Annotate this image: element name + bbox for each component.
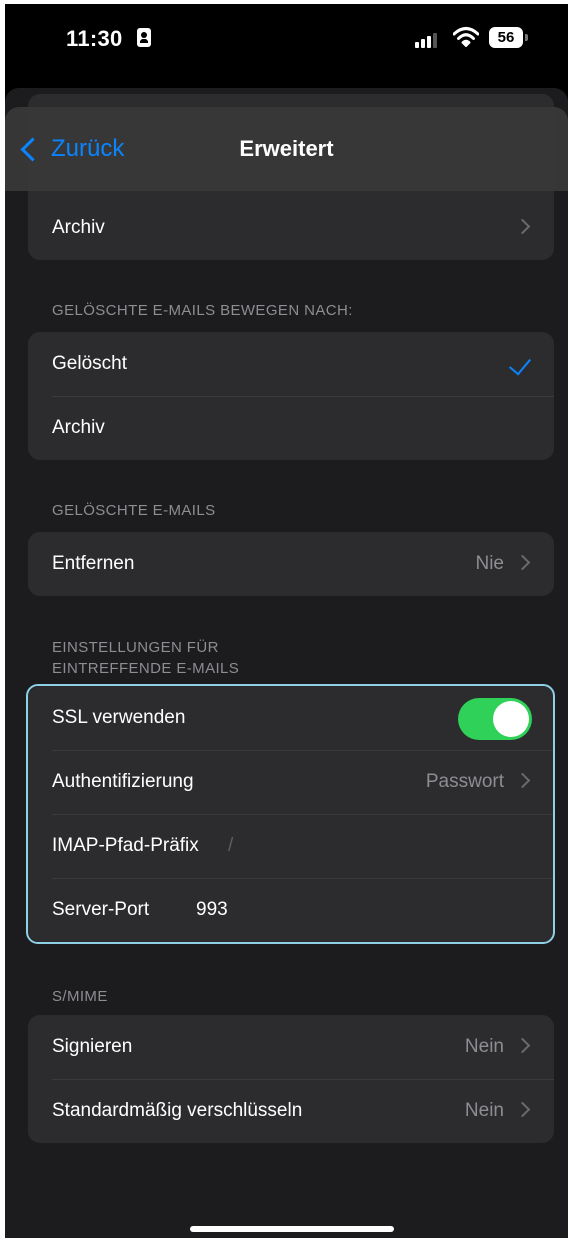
wifi-icon (453, 27, 479, 47)
battery-icon: 56 (489, 27, 523, 48)
option-geloescht[interactable]: Gelöscht (28, 332, 554, 396)
remove-value: Nie (475, 553, 504, 574)
imap-prefix-row: IMAP-Pfad-Präfix / (28, 814, 554, 878)
authentication-label: Authentifizierung (52, 771, 194, 792)
encrypt-row[interactable]: Standardmäßig verschlüsseln Nein (28, 1079, 554, 1143)
page-title: Erweitert (239, 136, 334, 161)
status-time: 11:30 (66, 26, 123, 51)
cellular-signal-icon (415, 32, 441, 48)
battery-tip (525, 34, 528, 41)
server-port-label: Server-Port (52, 899, 150, 920)
archiv-folder-label: Archiv (52, 217, 105, 238)
chevron-right-icon (514, 554, 531, 571)
remove-row[interactable]: Entfernen Nie (28, 532, 554, 596)
sign-label: Signieren (52, 1036, 133, 1057)
phone-screen: 11:30 56 Archiv GELÖSCHTE E-MAILS BEWEGE… (5, 4, 568, 1238)
option-archiv-label: Archiv (52, 417, 105, 438)
chevron-right-icon (514, 1101, 531, 1118)
contact-card-icon (137, 28, 151, 47)
deleted-move-header: GELÖSCHTE E-MAILS BEWEGEN NACH: (52, 302, 353, 319)
navigation-bar: Zurück Erweitert (5, 107, 568, 191)
incoming-header-line1: EINSTELLUNGEN FÜR (52, 639, 219, 656)
authentication-value: Passwort (425, 771, 504, 792)
imap-prefix-input[interactable]: / (228, 814, 233, 878)
server-port-input[interactable]: 993 (196, 878, 228, 942)
settings-sheet: Archiv GELÖSCHTE E-MAILS BEWEGEN NACH: G… (5, 88, 568, 1238)
ssl-label: SSL verwenden (52, 707, 186, 728)
authentication-row[interactable]: Authentifizierung Passwort (28, 750, 554, 814)
archiv-folder-row[interactable]: Archiv (28, 196, 554, 260)
deleted-mails-header: GELÖSCHTE E-MAILS (52, 502, 216, 519)
chevron-right-icon (514, 218, 531, 235)
remove-label: Entfernen (52, 553, 135, 574)
home-indicator[interactable] (190, 1226, 394, 1232)
encrypt-label: Standardmäßig verschlüsseln (52, 1100, 303, 1121)
sign-row[interactable]: Signieren Nein (28, 1015, 554, 1079)
smime-group: Signieren Nein Standardmäßig verschlüsse… (28, 1015, 554, 1143)
imap-prefix-label: IMAP-Pfad-Präfix (52, 835, 199, 856)
deleted-mails-group: Entfernen Nie (28, 532, 554, 596)
ssl-toggle[interactable] (458, 698, 532, 740)
option-geloescht-label: Gelöscht (52, 353, 127, 374)
incoming-header-line2: EINTREFFENDE E-MAILS (52, 660, 240, 677)
smime-header: S/MIME (52, 988, 108, 1005)
encrypt-value: Nein (464, 1100, 504, 1121)
incoming-settings-group: SSL verwenden Authentifizierung Passwort… (28, 686, 554, 942)
deleted-move-group: Gelöscht Archiv (28, 332, 554, 460)
option-archiv[interactable]: Archiv (28, 396, 554, 460)
checkmark-icon (508, 352, 532, 376)
server-port-row: Server-Port 993 (28, 878, 554, 942)
chevron-right-icon (514, 772, 531, 789)
incoming-header: EINSTELLUNGEN FÜR EINTREFFENDE E-MAILS (52, 637, 239, 679)
chevron-right-icon (514, 1037, 531, 1054)
toggle-knob (493, 701, 529, 737)
sign-value: Nein (464, 1036, 504, 1057)
ssl-row: SSL verwenden (28, 686, 554, 750)
